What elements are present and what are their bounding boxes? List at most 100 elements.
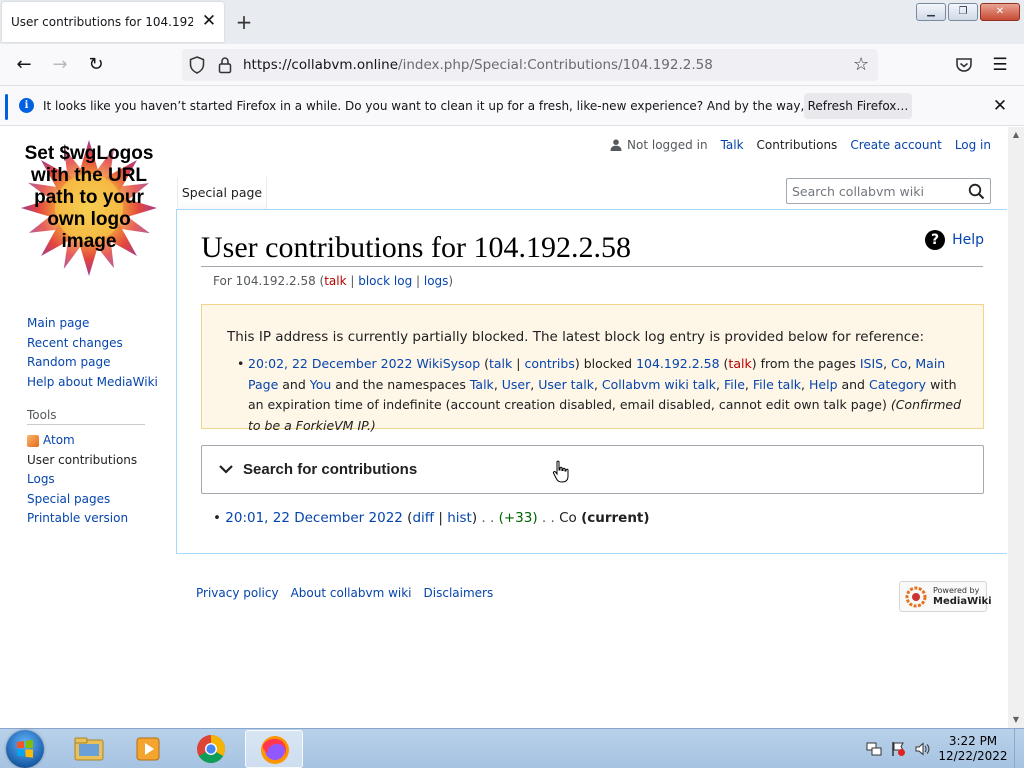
wiki-search (786, 178, 991, 204)
sidebar-item-user-contributions[interactable]: User contributions (27, 451, 167, 471)
window-controls: ▁ ❐ ✕ (916, 3, 1020, 21)
media-player-taskbar-button[interactable] (120, 730, 178, 768)
explorer-taskbar-button[interactable] (60, 730, 118, 768)
sidebar-item-logs[interactable]: Logs (27, 470, 167, 490)
close-window-button[interactable]: ✕ (980, 3, 1020, 21)
vertical-scrollbar[interactable]: ▲ ▼ (1008, 127, 1024, 728)
create-account-link[interactable]: Create account (850, 138, 942, 152)
close-tab-icon[interactable]: ✕ (200, 12, 218, 30)
actor-talk-link[interactable]: talk (489, 356, 512, 371)
hist-link[interactable]: hist (447, 510, 472, 526)
sidebar-item-special-pages[interactable]: Special pages (27, 490, 167, 510)
scroll-up-icon[interactable]: ▲ (1008, 127, 1024, 143)
ns-link-user[interactable]: User (502, 377, 531, 392)
target-talk-link[interactable]: talk (728, 356, 751, 371)
url-text[interactable]: https://collabvm.online/index.php/Specia… (243, 57, 713, 73)
ns-link-category[interactable]: Category (869, 377, 926, 392)
reload-icon[interactable]: ↻ (84, 53, 108, 77)
block-target-link[interactable]: 104.192.2.58 (636, 356, 720, 371)
subtitle-logs-link[interactable]: logs (424, 274, 449, 288)
talk-link[interactable]: Talk (721, 138, 744, 152)
sidebar-item-random-page[interactable]: Random page (27, 353, 167, 373)
scroll-down-icon[interactable]: ▼ (1008, 712, 1024, 728)
login-link[interactable]: Log in (955, 138, 991, 152)
contrib-time-link[interactable]: 20:01, 22 December 2022 (225, 510, 403, 526)
maximize-button[interactable]: ❐ (948, 3, 978, 21)
disclaimers-link[interactable]: Disclaimers (424, 586, 494, 600)
search-icon[interactable] (968, 183, 985, 200)
ns-link-file-talk[interactable]: File talk (753, 377, 801, 392)
shield-icon[interactable] (189, 56, 205, 74)
atom-link[interactable]: Atom (43, 431, 75, 451)
diff-link[interactable]: diff (412, 510, 434, 526)
hand-cursor-icon (552, 460, 569, 483)
notification-text: It looks like you haven’t started Firefo… (43, 99, 899, 113)
minimize-button[interactable]: ▁ (916, 3, 946, 21)
sidebar-item-atom[interactable]: Atom (27, 431, 167, 451)
search-contributions-toggle[interactable]: Search for contributions (201, 445, 984, 494)
search-input[interactable] (792, 183, 962, 199)
tab-strip: User contributions for 104.192.2.58 - ✕ … (0, 0, 1024, 44)
page-link-co[interactable]: Co (891, 356, 907, 371)
help-icon: ? (925, 230, 946, 250)
bookmark-star-icon[interactable]: ☆ (853, 54, 869, 75)
browser-tab[interactable]: User contributions for 104.192.2.58 - ✕ (2, 2, 224, 42)
sidebar-item-help[interactable]: Help about MediaWiki (27, 373, 167, 393)
media-player-icon (136, 737, 160, 761)
subtitle-prefix: For 104.192.2.58 ( (213, 274, 325, 288)
help-link[interactable]: ? Help (925, 230, 984, 250)
sidebar-item-main-page[interactable]: Main page (27, 314, 167, 334)
new-tab-icon[interactable]: + (232, 10, 256, 34)
pocket-icon[interactable] (954, 55, 974, 75)
chrome-taskbar-button[interactable] (182, 730, 240, 768)
subtitle-sep: | (346, 274, 359, 288)
sidebar-item-recent-changes[interactable]: Recent changes (27, 334, 167, 354)
notification-bar: i It looks like you haven’t started Fire… (0, 86, 1024, 126)
taskbar-clock[interactable]: 3:22 PM 12/22/2022 (928, 734, 1018, 764)
lock-icon[interactable] (218, 56, 232, 74)
refresh-firefox-button[interactable]: Refresh Firefox… (804, 93, 912, 119)
personal-tools: Not logged in Talk Contributions Create … (610, 138, 991, 152)
close-notification-icon[interactable]: ✕ (990, 96, 1010, 116)
sidebar-item-printable-version[interactable]: Printable version (27, 509, 167, 529)
contrib-page-link[interactable]: Co (559, 510, 577, 526)
ns-link-talk[interactable]: Talk (470, 377, 494, 392)
block-actor-link[interactable]: WikiSysop (416, 356, 480, 371)
subtitle-talk-link[interactable]: talk (324, 274, 346, 288)
show-desktop-button[interactable] (1014, 729, 1024, 768)
list-item: • 20:01, 22 December 2022 (diff | hist) … (213, 510, 650, 526)
subtitle-block-log-link[interactable]: block log (358, 274, 412, 288)
tools-heading: Tools (27, 406, 145, 425)
powered-by-mediawiki-badge[interactable]: Powered by MediaWiki (899, 581, 992, 612)
start-button[interactable] (6, 730, 44, 768)
logo-text[interactable]: Set $wgLogos with the URL path to your o… (20, 143, 158, 253)
page-link-you[interactable]: You (310, 377, 332, 392)
not-logged-in-label: Not logged in (627, 138, 708, 152)
tab-special-page[interactable]: Special page (177, 177, 267, 209)
actor-contribs-link[interactable]: contribs (524, 356, 574, 371)
action-center-flag-icon[interactable] (890, 741, 906, 757)
firefox-taskbar-button[interactable] (245, 730, 303, 768)
block-time-link[interactable]: 20:02, 22 December 2022 (248, 356, 412, 371)
page-link-isis[interactable]: ISIS (860, 356, 883, 371)
contributions-link[interactable]: Contributions (757, 138, 838, 152)
clock-date: 12/22/2022 (938, 749, 1008, 763)
contributions-subtitle: For 104.192.2.58 (talk | block log | log… (213, 274, 453, 288)
network-icon[interactable] (866, 741, 882, 757)
current-marker: (current) (581, 510, 650, 526)
ns-link-help[interactable]: Help (809, 377, 838, 392)
about-wiki-link[interactable]: About collabvm wiki (291, 586, 412, 600)
page-viewport: Set $wgLogos with the URL path to your o… (0, 127, 1008, 728)
forward-icon[interactable]: → (48, 53, 72, 77)
back-icon[interactable]: ← (12, 53, 36, 77)
ns-link-file[interactable]: File (724, 377, 745, 392)
subtitle-sep: | (412, 274, 424, 288)
ns-link-user-talk[interactable]: User talk (538, 377, 594, 392)
ns-link-collabvm-wiki-talk[interactable]: Collabvm wiki talk (602, 377, 716, 392)
privacy-policy-link[interactable]: Privacy policy (196, 586, 279, 600)
hamburger-menu-icon[interactable]: ☰ (990, 55, 1010, 75)
page-title: User contributions for 104.192.2.58 (201, 229, 983, 267)
address-bar[interactable]: https://collabvm.online/index.php/Specia… (182, 49, 878, 81)
size-diff: (+33) (498, 510, 538, 526)
tab-title: User contributions for 104.192.2.58 - (11, 15, 193, 29)
